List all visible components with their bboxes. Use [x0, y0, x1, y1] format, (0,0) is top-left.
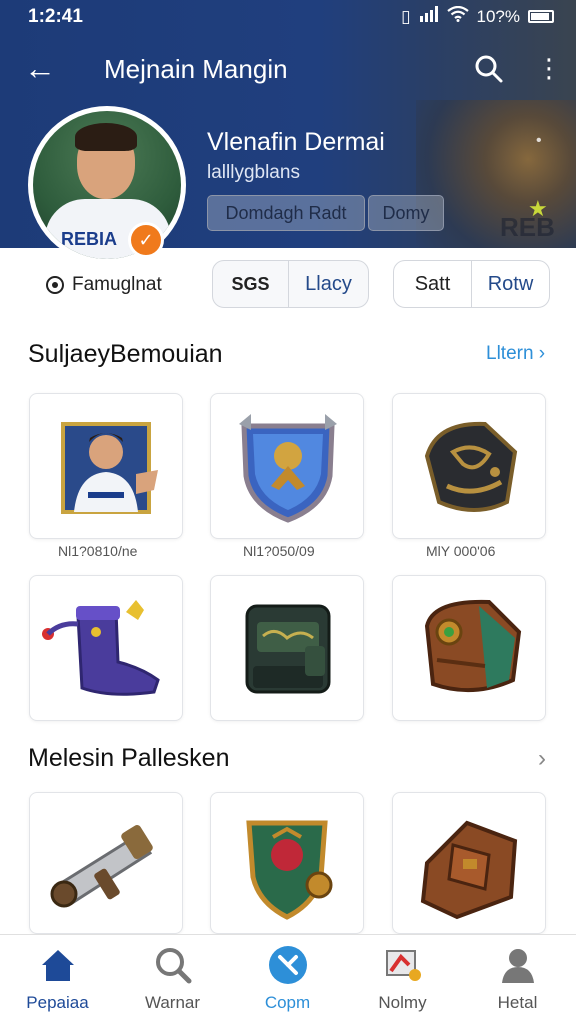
- home-icon: [42, 950, 74, 981]
- nav-item-flag[interactable]: Nolmy: [345, 935, 460, 1024]
- segment-control-2: Satt Rotw: [393, 260, 550, 308]
- item-card[interactable]: [210, 575, 364, 721]
- bracer-icon: [424, 421, 518, 512]
- nav-label: Pepaiaa: [26, 993, 89, 1012]
- profile-subtitle: lalllygblans: [207, 162, 300, 183]
- cannon-icon: [50, 824, 153, 908]
- hair: [75, 123, 137, 151]
- shield-hero-icon: [239, 414, 337, 523]
- status-time: 1:2:41: [28, 6, 83, 27]
- follow-label: Famuglnat: [72, 274, 162, 295]
- item-card[interactable]: [392, 575, 546, 721]
- nav-item-center[interactable]: Copm: [230, 935, 345, 1024]
- segment-1-left[interactable]: SGS: [213, 261, 289, 307]
- leather-bag-icon: [420, 820, 518, 920]
- nav-item-search[interactable]: Warnar: [115, 935, 230, 1024]
- item-card[interactable]: [29, 575, 183, 721]
- back-arrow-icon[interactable]: ←: [24, 50, 56, 86]
- item-card[interactable]: [392, 792, 546, 934]
- segment-1-right[interactable]: Llacy: [289, 261, 368, 307]
- nav-label: Nolmy: [378, 993, 427, 1012]
- hero-text: REB: [500, 212, 555, 242]
- item-card[interactable]: [29, 393, 183, 539]
- page-title: Mejnain Mangin: [104, 54, 288, 84]
- more-dots-icon: •: [536, 132, 542, 149]
- section-title-2: Melesin Pallesken: [28, 744, 230, 772]
- search-icon: [156, 948, 192, 984]
- app-bar: ← Mejnain Mangin ⋮: [0, 44, 576, 94]
- target-icon: [46, 276, 64, 294]
- player-card-icon: [61, 422, 158, 514]
- item-card[interactable]: [210, 393, 364, 539]
- chevron-right-icon[interactable]: ›: [538, 745, 546, 773]
- battery-level: 10?%: [476, 6, 520, 26]
- see-all-label: Lltern: [486, 343, 534, 364]
- nav-label: Hetal: [497, 993, 538, 1012]
- vibrate-icon: ▯: [401, 6, 411, 26]
- item-card[interactable]: [29, 792, 183, 934]
- section-title-1: SuljaeyBemouian: [28, 340, 223, 368]
- signal-icon: [419, 6, 439, 27]
- item-caption: MlY 000'06: [426, 543, 496, 559]
- search-icon[interactable]: [474, 54, 504, 84]
- more-vertical-icon[interactable]: ⋮: [536, 52, 562, 84]
- item-card[interactable]: [392, 393, 546, 539]
- nav-item-home[interactable]: Pepaiaa: [0, 935, 115, 1024]
- jersey-text: REBIA: [61, 229, 118, 249]
- status-bar: 1:2:41 ▯ 10?%: [0, 0, 576, 34]
- segment-2-right[interactable]: Rotw: [472, 261, 549, 307]
- profile-chip-2[interactable]: Domy: [368, 195, 444, 231]
- nav-label: Warnar: [144, 993, 201, 1012]
- segment-2-left[interactable]: Satt: [394, 261, 472, 307]
- person-icon: [502, 949, 534, 983]
- nav-item-profile[interactable]: Hetal: [460, 935, 575, 1024]
- item-card[interactable]: [210, 792, 364, 934]
- profile-name: Vlenafin Dermai: [207, 128, 385, 156]
- nav-label: Copm: [264, 993, 311, 1012]
- item-caption: Nl1?050/09: [243, 543, 315, 559]
- status-icons: ▯ 10?%: [401, 5, 554, 27]
- segment-control-1: SGS Llacy: [212, 260, 369, 308]
- cancel-circle-icon: [269, 946, 307, 984]
- item-caption: Nl1?0810/ne: [58, 543, 138, 559]
- belt-icon: [424, 599, 522, 693]
- battery-icon: [528, 10, 554, 23]
- backpack-icon: [245, 604, 331, 694]
- wifi-icon: [446, 5, 469, 27]
- verified-badge-icon: ✓: [128, 222, 164, 258]
- boot-icon: [42, 600, 160, 696]
- emblem-shield-icon: [246, 820, 333, 920]
- bottom-nav: Pepaiaa Warnar Copm Nolmy Hetal: [0, 934, 576, 1024]
- flag-icon: [386, 950, 421, 981]
- see-all-link[interactable]: Lltern ›: [486, 343, 545, 365]
- follow-button[interactable]: Famuglnat: [46, 274, 162, 296]
- profile-chip-1[interactable]: Domdagh Radt: [207, 195, 365, 231]
